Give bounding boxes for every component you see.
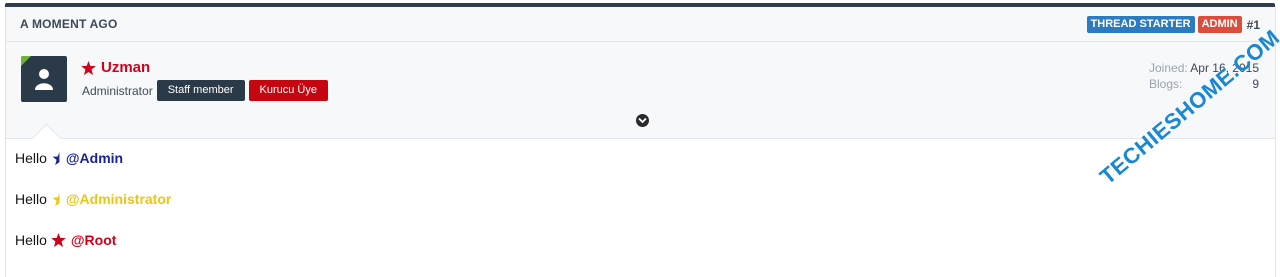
staff-member-banner[interactable]: Staff member bbox=[156, 80, 245, 101]
stat-label: Blogs: bbox=[1149, 77, 1183, 91]
user-silhouette-icon bbox=[35, 69, 53, 90]
stat-label: Joined: bbox=[1149, 61, 1188, 75]
message-text: Hello bbox=[15, 232, 47, 248]
mention-link[interactable]: @Admin bbox=[66, 150, 123, 166]
message-text: Hello bbox=[15, 150, 47, 166]
message-line: Hello @Root bbox=[15, 230, 171, 250]
kurucu-uye-banner[interactable]: Kurucu Üye bbox=[248, 80, 328, 101]
stat-value[interactable]: 9 bbox=[1252, 77, 1259, 93]
post-container: A MOMENT AGO THREAD STARTER ADMIN #1 Uzm… bbox=[5, 7, 1276, 277]
chevron-down-icon bbox=[638, 117, 647, 124]
mention-link[interactable]: @Administrator bbox=[66, 191, 171, 207]
star-red-icon bbox=[51, 233, 66, 247]
message-line: Hello @Admin bbox=[15, 148, 171, 168]
half-star-gold-icon bbox=[52, 192, 60, 206]
message-line: Hello @Administrator bbox=[15, 189, 171, 209]
star-icon bbox=[81, 60, 96, 75]
message-body: Hello @Admin Hello @Administrator Hello … bbox=[15, 148, 171, 271]
user-title: Administrator bbox=[82, 83, 153, 98]
admin-badge: ADMIN bbox=[1197, 16, 1242, 33]
post-badges: THREAD STARTER ADMIN #1 bbox=[1086, 16, 1260, 33]
user-info-area: Uzman Administrator Staff member Kurucu … bbox=[6, 42, 1275, 139]
mention-link[interactable]: @Root bbox=[71, 232, 117, 248]
message-text: Hello bbox=[15, 191, 47, 207]
thread-starter-badge: THREAD STARTER bbox=[1086, 16, 1195, 33]
post-time[interactable]: A MOMENT AGO bbox=[20, 17, 118, 31]
username-row: Uzman bbox=[81, 59, 150, 76]
avatar[interactable] bbox=[21, 56, 67, 102]
online-indicator bbox=[21, 56, 31, 66]
username-link[interactable]: Uzman bbox=[101, 59, 150, 76]
half-star-navy-icon bbox=[52, 151, 60, 165]
user-title-row: Administrator Staff member Kurucu Üye bbox=[82, 80, 328, 101]
expand-userinfo-button[interactable] bbox=[636, 114, 649, 127]
post-number-link[interactable]: #1 bbox=[1247, 18, 1260, 32]
post-header: A MOMENT AGO THREAD STARTER ADMIN #1 bbox=[6, 7, 1275, 42]
